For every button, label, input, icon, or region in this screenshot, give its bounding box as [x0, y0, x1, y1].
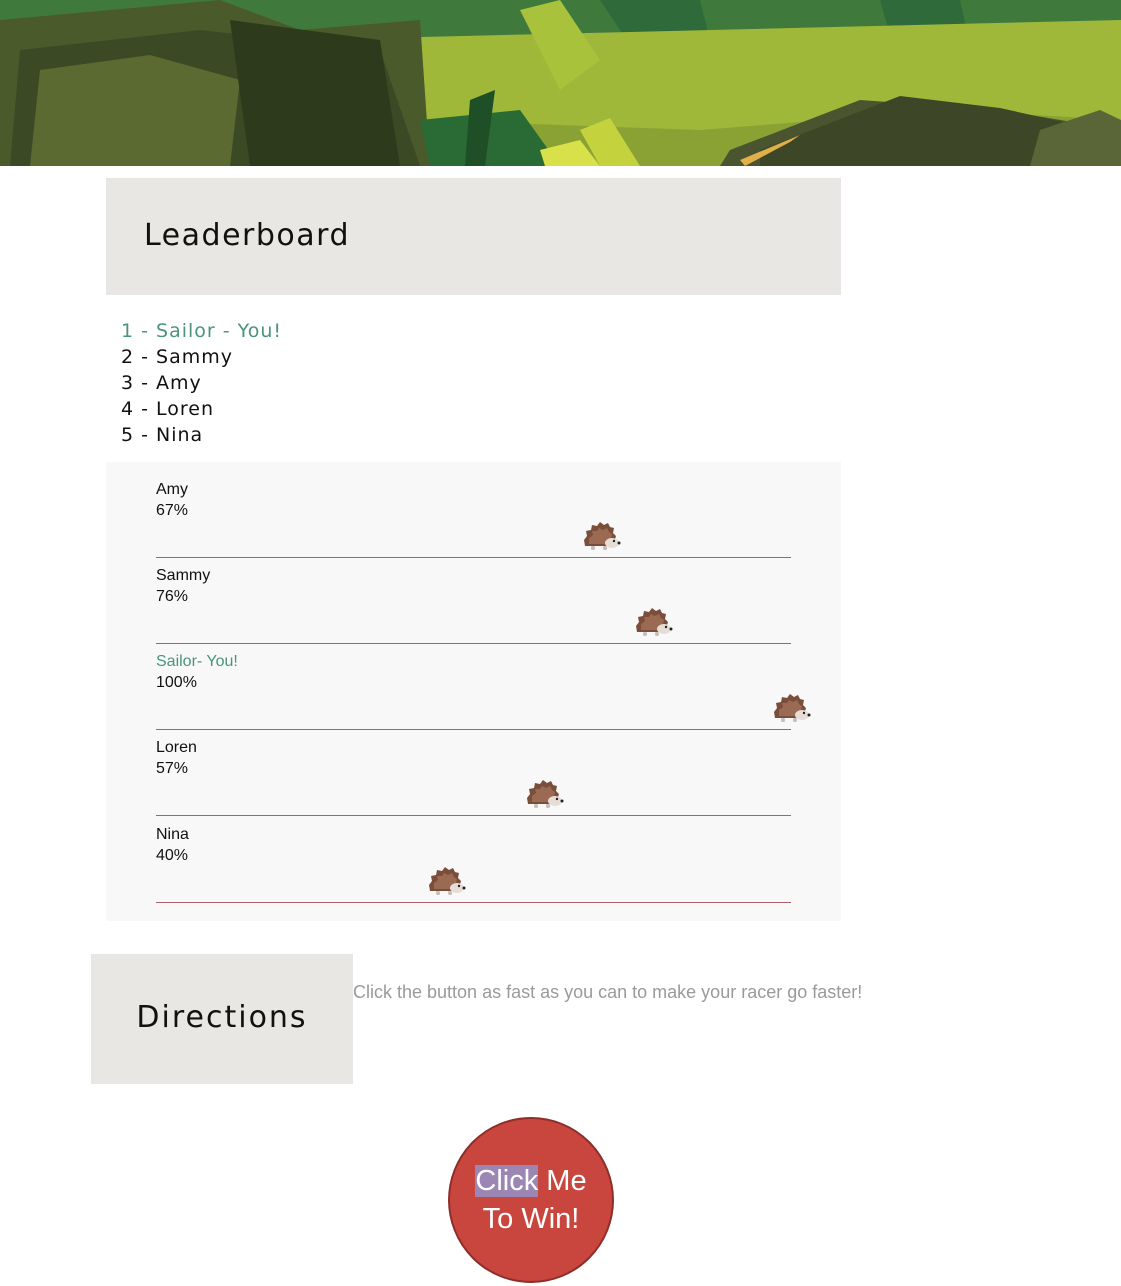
- ranking-item: 2 - Sammy: [121, 346, 233, 368]
- button-label: Click Me To Win!: [461, 1162, 601, 1238]
- ranking-item: 5 - Nina: [121, 424, 204, 446]
- racer-name: Sailor- You!: [156, 653, 238, 670]
- hedgehog-icon: [428, 867, 466, 897]
- race-lane: Sammy 76%: [156, 548, 791, 644]
- race-track: Amy 67% Sammy 76% Sailor- You! 100% Lore…: [106, 462, 841, 921]
- race-lane: Sailor- You! 100%: [156, 634, 811, 730]
- racer-progress: 100%: [156, 674, 197, 691]
- race-lane: Nina 40%: [156, 807, 791, 903]
- directions-title: Directions: [136, 1000, 308, 1035]
- hedgehog-icon: [526, 780, 564, 810]
- ranking-item: 1 - Sailor - You!: [121, 320, 283, 342]
- racer-name: Sammy: [156, 567, 211, 584]
- racer-name: Nina: [156, 826, 189, 843]
- ranking-item: 4 - Loren: [121, 398, 215, 420]
- forest-banner-image: [0, 0, 1121, 166]
- leaderboard-title: Leaderboard: [144, 218, 350, 253]
- race-lane: Loren 57%: [156, 720, 791, 816]
- racer-name: Amy: [156, 481, 188, 498]
- racer-progress: 76%: [156, 588, 189, 605]
- racer-progress: 67%: [156, 502, 189, 519]
- leaderboard-header: Leaderboard: [106, 178, 841, 295]
- lane-finish-line: [156, 902, 791, 903]
- click-to-win-button[interactable]: Click Me To Win!: [448, 1117, 614, 1283]
- ranking-item: 3 - Amy: [121, 372, 202, 394]
- button-line2: To Win!: [482, 1203, 580, 1235]
- directions-panel: Directions: [91, 954, 353, 1084]
- racer-progress: 40%: [156, 847, 189, 864]
- racer-progress: 57%: [156, 760, 189, 777]
- button-word: Me: [546, 1165, 587, 1197]
- leaderboard-ranking: 1 - Sailor - You! 2 - Sammy 3 - Amy 4 - …: [121, 318, 282, 448]
- selected-word-highlight: Click: [475, 1165, 539, 1197]
- directions-text: Click the button as fast as you can to m…: [353, 982, 863, 1002]
- race-lane: Amy 67%: [156, 462, 791, 558]
- racer-name: Loren: [156, 739, 197, 756]
